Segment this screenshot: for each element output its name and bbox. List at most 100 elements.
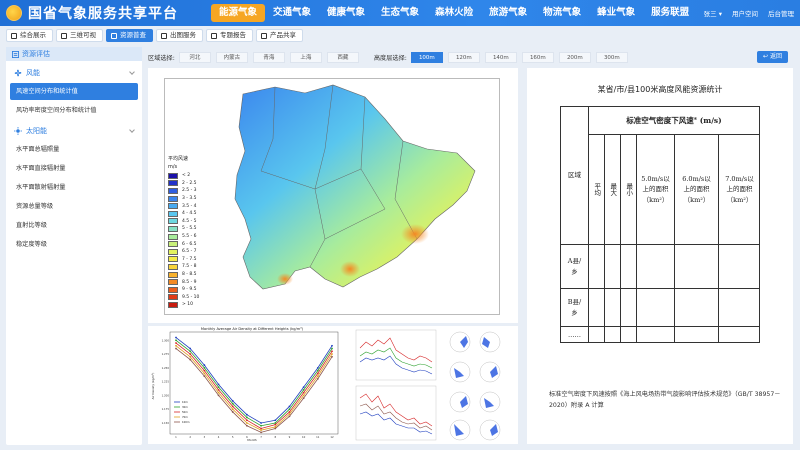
y-tick-label: 1.200 (162, 393, 170, 397)
legend-swatch (168, 294, 178, 301)
nav-item-1[interactable]: 交通气象 (265, 4, 319, 22)
subtab-2[interactable]: 资源普查 (106, 29, 153, 42)
chart-title: Monthly Average Air Density at Different… (201, 327, 304, 331)
tab-icon (211, 32, 217, 39)
sidebar-item-solar-4[interactable]: 直射比等级 (10, 217, 138, 234)
height-option-5[interactable]: 300m (595, 51, 628, 63)
subtab-0[interactable]: 综合展示 (6, 29, 53, 42)
region-option-0[interactable]: 河北 (178, 51, 211, 63)
user-space-link[interactable]: 用户空间 (732, 8, 758, 18)
nav-item-3[interactable]: 生态气象 (373, 4, 427, 22)
sidebar-item-solar-5[interactable]: 稳定度等级 (10, 236, 138, 253)
nav-item-0[interactable]: 能源气象 (211, 4, 266, 22)
logo-icon (6, 5, 22, 21)
legend-label: 2 - 2.5 (182, 180, 197, 186)
data-point (316, 375, 319, 378)
data-point (302, 394, 305, 397)
legend-label: 10m (182, 400, 188, 404)
data-point (331, 353, 333, 355)
admin-link[interactable]: 后台管理 (768, 8, 794, 18)
legend-row: 7 - 7.5 (168, 256, 199, 264)
nav-item-4[interactable]: 森林火险 (427, 4, 481, 22)
wind-section-label: 风能 (26, 69, 40, 77)
y-tick-label: 1.225 (162, 380, 170, 384)
data-point (331, 344, 333, 347)
region-option-3[interactable]: 上海 (289, 51, 322, 63)
subtab-label: 资源普查 (120, 31, 146, 39)
legend-row: 4 - 4.5 (168, 210, 199, 218)
data-point (175, 342, 177, 344)
data-point (260, 422, 262, 424)
sidebar-item-solar-2[interactable]: 水平面散射辐射量 (10, 179, 138, 196)
series-line-30m (175, 339, 333, 427)
subtab-4[interactable]: 专题报告 (206, 29, 253, 42)
subtab-1[interactable]: 三维可视 (56, 29, 103, 42)
map-panel: 平均风速 m/s < 22 - 2.5 2.5 - 3 3 - 3.5 3.5 - 4… (148, 68, 518, 323)
legend-label: 9 - 9.5 (182, 287, 197, 293)
sidebar-item-wind-0[interactable]: 风速空间分布和统计值 (10, 83, 138, 100)
back-button[interactable]: ↩ 返回 (757, 51, 788, 63)
data-point (189, 350, 192, 353)
table-cell-empty (719, 327, 760, 343)
subtab-5[interactable]: 产品共享 (256, 29, 303, 42)
wind-speed-map[interactable] (164, 78, 500, 315)
nav-item-2[interactable]: 健康气象 (319, 4, 373, 22)
data-point (246, 424, 248, 427)
sub-tabs: 综合展示 三维可视 资源普查 出图服务 专题报告 产品共享 (6, 29, 303, 42)
legend-label: 7.5 - 8 (182, 264, 197, 270)
sidebar-item-solar-1[interactable]: 水平面直接辐射量 (10, 160, 138, 177)
header-group: 标准空气密度下风速 * (m/s) (589, 107, 760, 135)
region-option-2[interactable]: 青海 (252, 51, 285, 63)
data-point (288, 405, 291, 408)
legend-row: 3 - 3.5 (168, 195, 199, 203)
height-option-0[interactable]: 100m (410, 51, 443, 63)
legend-row: 5 - 5.5 (168, 225, 199, 233)
data-point (260, 429, 262, 432)
legend-label: > 10 (182, 302, 193, 308)
sidebar-section-wind[interactable]: 风能 (6, 65, 142, 81)
legend-unit: m/s (168, 164, 178, 170)
region-option-4[interactable]: 西藏 (326, 51, 359, 63)
data-point (316, 372, 319, 375)
table-cell-empty (719, 289, 760, 327)
height-option-2[interactable]: 140m (484, 51, 517, 63)
x-tick-label: 7 (260, 435, 262, 439)
legend-row: 6 - 6.5 (168, 240, 199, 248)
wind-rose-thumbnails[interactable] (444, 328, 516, 442)
height-option-1[interactable]: 120m (447, 51, 480, 63)
sidebar-title-label: 资源评估 (22, 50, 50, 58)
legend-row: 8 - 8.5 (168, 271, 199, 279)
fan-icon (14, 69, 22, 77)
x-tick-label: 12 (330, 435, 334, 439)
sidebar-item-solar-0[interactable]: 水平面总辐照量 (10, 141, 138, 158)
height-option-4[interactable]: 200m (558, 51, 591, 63)
app-logo: 国省气象服务共享平台 (6, 3, 211, 23)
thumbnail-line-charts (355, 329, 437, 441)
header-7ms: 7.0m/s以上的面积（km²） (719, 135, 760, 245)
data-point (316, 377, 319, 380)
data-point (175, 347, 177, 350)
chart-xlabel: Month (247, 438, 257, 442)
legend-label: 4.5 - 5 (182, 218, 197, 224)
height-option-3[interactable]: 160m (521, 51, 554, 63)
nav-item-8[interactable]: 服务联盟 (643, 4, 697, 22)
sidebar-item-solar-3[interactable]: 资源总量等级 (10, 198, 138, 215)
sidebar-item-wind-1[interactable]: 风功率密度空间分布和统计值 (10, 102, 138, 119)
series-line-50m (175, 342, 333, 429)
line-thumbnails[interactable] (354, 328, 438, 442)
nav-item-6[interactable]: 物流气象 (535, 4, 589, 22)
sidebar-section-solar[interactable]: 太阳能 (6, 123, 142, 139)
region-option-1[interactable]: 内蒙古 (215, 51, 248, 63)
air-density-chart[interactable]: Monthly Average Air Density at Different… (148, 326, 346, 444)
data-point (316, 369, 319, 372)
nav-item-7[interactable]: 蜂业气象 (589, 4, 643, 22)
legend-row: 4.5 - 5 (168, 218, 199, 226)
user-menu[interactable]: 张三 ▾ (704, 8, 722, 18)
data-point (217, 383, 220, 386)
table-cell-empty (675, 289, 719, 327)
nav-item-5[interactable]: 旅游气象 (481, 4, 535, 22)
legend-swatch (168, 218, 178, 225)
data-point (274, 423, 277, 426)
subtab-3[interactable]: 出图服务 (156, 29, 203, 42)
chart-ylabel: Air Density (kg/m³) (151, 373, 155, 400)
